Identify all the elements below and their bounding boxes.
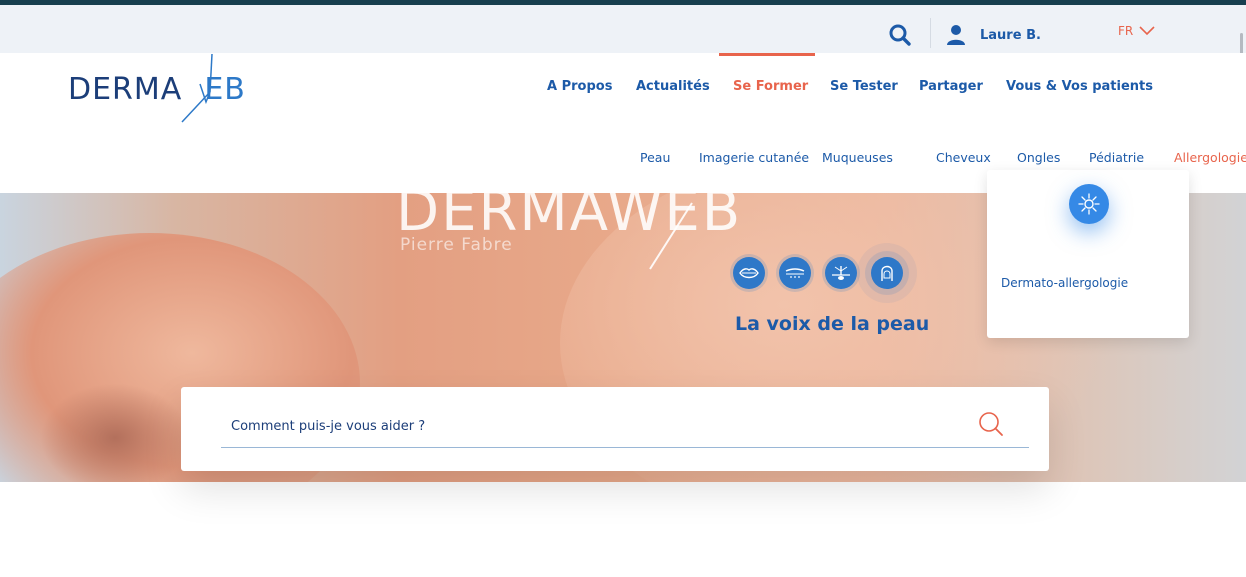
hero-topic-icons xyxy=(733,257,903,289)
subnav-item-cheveux[interactable]: Cheveux xyxy=(936,150,991,165)
user-name: Laure B. xyxy=(980,27,1041,43)
nav-item-se-former[interactable]: Se Former xyxy=(733,79,808,94)
utility-bar: Laure B. FR xyxy=(0,5,1246,69)
search-card xyxy=(181,387,1049,471)
nav-item-partager[interactable]: Partager xyxy=(919,79,983,94)
subnav-item-allergologie[interactable]: Allergologie xyxy=(1174,150,1246,165)
nav-active-indicator xyxy=(719,53,815,56)
user-menu[interactable]: Laure B. xyxy=(946,22,1041,48)
nav-item-actualites[interactable]: Actualités xyxy=(636,79,710,94)
nav-item-vous-et-vos-patients[interactable]: Vous & Vos patients xyxy=(1006,79,1153,94)
language-label: FR xyxy=(1118,24,1134,38)
hero-brand-subtitle: Pierre Fabre xyxy=(400,235,513,255)
skin-layer-icon xyxy=(779,257,811,289)
logo[interactable]: DERMA EB xyxy=(68,52,268,124)
nail-icon xyxy=(871,257,903,289)
hair-follicle-icon xyxy=(825,257,857,289)
utility-separator xyxy=(930,18,931,48)
hero-w-mark xyxy=(649,202,693,270)
language-selector[interactable]: FR xyxy=(1118,24,1155,38)
nav-item-a-propos[interactable]: A Propos xyxy=(547,79,612,94)
search-input[interactable] xyxy=(221,405,1029,448)
allergy-icon xyxy=(1069,184,1109,224)
lips-icon xyxy=(733,257,765,289)
allergologie-dropdown: Dermato-allergologie xyxy=(987,170,1189,338)
subnav-item-peau[interactable]: Peau xyxy=(640,150,670,165)
logo-w-mark xyxy=(181,53,213,123)
search-icon xyxy=(979,412,1003,436)
hero-tagline: La voix de la peau xyxy=(735,313,930,335)
hero-nostril-shape xyxy=(40,383,190,482)
dropdown-item-dermato-allergologie[interactable]: Dermato-allergologie xyxy=(1001,276,1128,290)
nav-item-se-tester[interactable]: Se Tester xyxy=(830,79,898,94)
search-icon xyxy=(889,24,911,46)
search-button[interactable] xyxy=(886,21,914,49)
user-icon xyxy=(947,25,965,45)
subnav-item-imagerie-cutanee[interactable]: Imagerie cutanée xyxy=(699,150,809,165)
subnav-item-ongles[interactable]: Ongles xyxy=(1017,150,1060,165)
chevron-down-icon xyxy=(1139,26,1155,36)
subnav-item-pediatrie[interactable]: Pédiatrie xyxy=(1089,150,1144,165)
subnav-item-muqueuses[interactable]: Muqueuses xyxy=(822,150,893,165)
search-submit-button[interactable] xyxy=(977,411,1005,439)
